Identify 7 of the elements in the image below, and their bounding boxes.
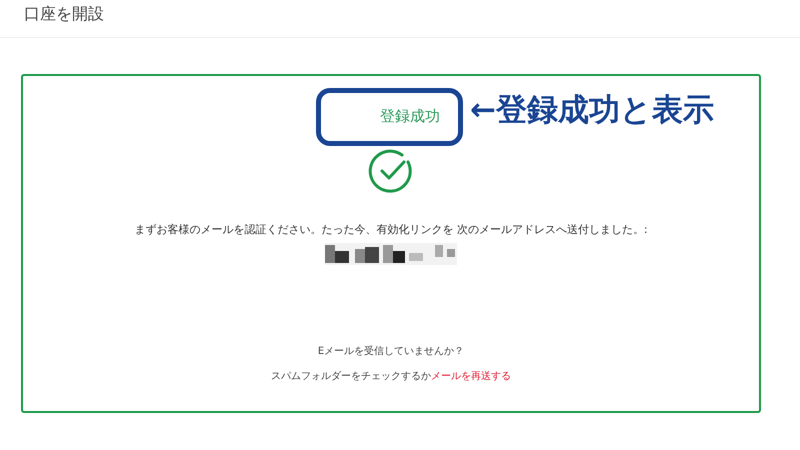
not-received-text: Eメールを受信していませんか？	[318, 344, 464, 358]
resend-link[interactable]: メールを再送する	[431, 371, 511, 382]
status-text: 登録成功	[380, 106, 440, 126]
page-title: 口座を開設	[24, 4, 104, 23]
annotation-label: ←登録成功と表示	[470, 91, 714, 130]
spam-hint-text: スパムフォルダーをチェックするか	[271, 371, 431, 382]
message-text: まずお客様のメールを認証ください。たった今、有効化リンクを 次のメールアドレスへ送付しました。:	[134, 222, 648, 237]
